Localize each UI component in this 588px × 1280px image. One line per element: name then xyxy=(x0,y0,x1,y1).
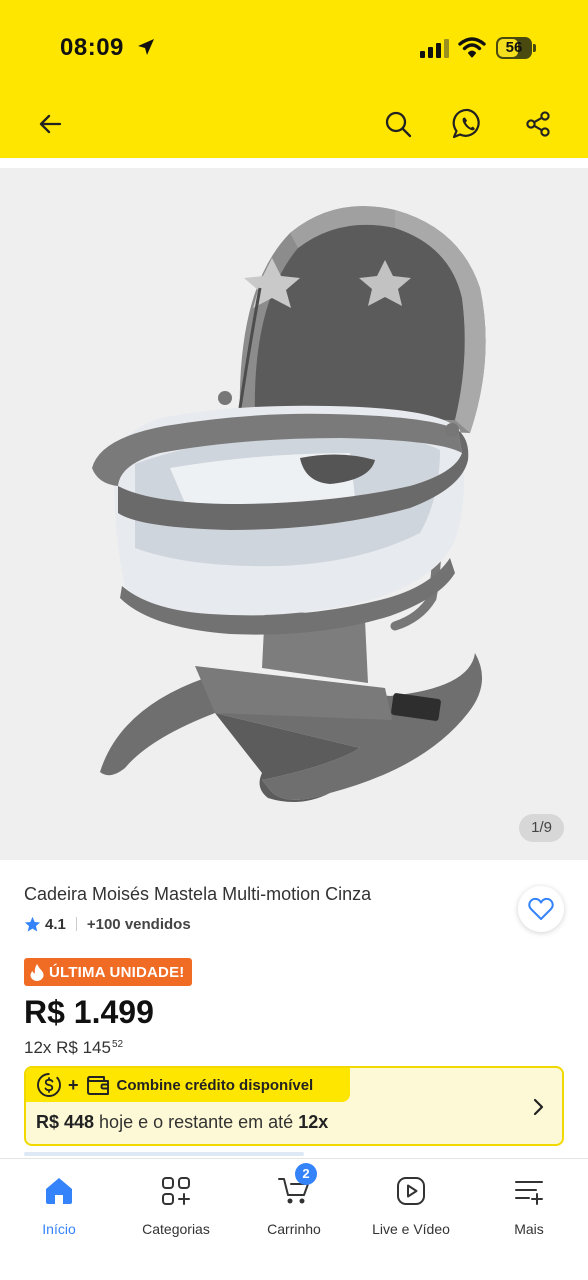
installment-cents: 52 xyxy=(111,1039,124,1050)
last-unit-badge: ÚLTIMA UNIDADE! xyxy=(24,958,193,986)
installment-amount: 12x R$ 145 xyxy=(24,1038,111,1057)
dollar-coin-icon xyxy=(37,1073,61,1097)
tab-label: Início xyxy=(42,1221,76,1237)
play-icon xyxy=(397,1177,425,1205)
credit-offer-card[interactable]: + Combine crédito disponível R$ 448 hoje… xyxy=(24,1066,564,1146)
back-button[interactable] xyxy=(30,104,70,144)
product-image-gallery[interactable]: 1/9 xyxy=(0,168,588,860)
credit-rest-text: hoje e o restante em até xyxy=(94,1112,299,1132)
rating-value: 4.1 xyxy=(45,915,66,933)
tab-carrinho[interactable]: 2 Carrinho xyxy=(235,1163,353,1245)
top-navigation xyxy=(0,100,588,150)
image-counter: 1/9 xyxy=(519,814,564,842)
location-arrow-icon xyxy=(136,37,156,62)
tab-inicio[interactable]: Início xyxy=(0,1173,118,1245)
battery-icon: 56 xyxy=(496,37,536,59)
wifi-icon xyxy=(458,36,486,63)
share-button[interactable] xyxy=(518,104,558,144)
share-icon xyxy=(526,111,550,137)
menu-plus-icon xyxy=(515,1181,543,1205)
whatsapp-icon xyxy=(452,108,480,139)
tab-label: Live e Vídeo xyxy=(372,1221,450,1237)
tab-categorias[interactable]: Categorias xyxy=(117,1173,235,1245)
plus-sign: + xyxy=(68,1074,79,1095)
credit-headline: Combine crédito disponível xyxy=(116,1076,314,1094)
status-time: 08:09 xyxy=(60,34,124,61)
credit-offer-header: + Combine crédito disponível xyxy=(26,1068,350,1102)
tab-mais[interactable]: Mais xyxy=(470,1173,588,1245)
product-price: R$ 1.499 xyxy=(24,994,154,1030)
arrow-left-icon xyxy=(39,114,62,134)
credit-description: R$ 448 hoje e o restante em até 12x xyxy=(36,1112,328,1133)
tab-live-e-video[interactable]: Live e Vídeo xyxy=(352,1173,470,1245)
tab-label: Categorias xyxy=(142,1221,210,1237)
status-bar: 08:09 56 xyxy=(0,0,588,96)
cart-count-badge: 2 xyxy=(295,1163,317,1185)
fire-icon xyxy=(30,963,44,981)
tab-label: Carrinho xyxy=(267,1221,321,1237)
search-button[interactable] xyxy=(378,104,418,144)
heart-icon xyxy=(528,897,554,920)
chevron-right-icon xyxy=(533,1098,544,1116)
star-icon xyxy=(24,916,41,931)
home-icon xyxy=(46,1178,72,1204)
divider xyxy=(75,917,77,931)
bottom-tab-bar: Início Categorias 2 Carrinho Live e Víde… xyxy=(0,1158,588,1280)
cellular-signal-icon xyxy=(420,38,450,63)
battery-level: 56 xyxy=(505,39,523,56)
app-header: 08:09 56 xyxy=(0,0,588,158)
badge-label: ÚLTIMA UNIDADE! xyxy=(49,963,185,981)
product-title: Cadeira Moisés Mastela Multi-motion Cinz… xyxy=(24,884,372,904)
whatsapp-button[interactable] xyxy=(448,104,488,144)
sold-count: +100 vendidos xyxy=(86,915,191,933)
tab-label: Mais xyxy=(514,1221,544,1237)
wallet-icon xyxy=(86,1076,109,1095)
credit-amount-today: R$ 448 xyxy=(36,1112,95,1132)
installment-price: 12x R$ 14552 xyxy=(24,1038,123,1058)
credit-installments: 12x xyxy=(298,1112,329,1132)
next-section-hint xyxy=(24,1152,304,1156)
grid-icon xyxy=(162,1177,190,1205)
favorite-button[interactable] xyxy=(518,886,564,932)
rating-summary[interactable]: 4.1 +100 vendidos xyxy=(24,914,191,934)
product-image xyxy=(92,206,486,802)
search-icon xyxy=(385,111,412,138)
